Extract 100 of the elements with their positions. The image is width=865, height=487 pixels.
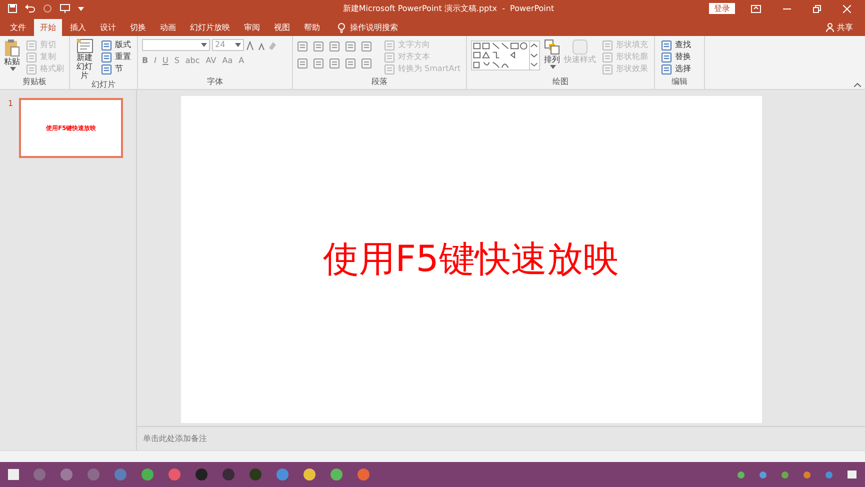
group-label: 绘图: [552, 77, 570, 88]
ribbon-tab[interactable]: 文件: [4, 19, 32, 36]
restore-icon[interactable]: [813, 4, 821, 12]
grow-font-icon[interactable]: [246, 40, 255, 50]
collapse-ribbon-icon[interactable]: [854, 83, 861, 87]
new-slide-button[interactable]: 新建幻灯片: [74, 39, 95, 80]
command-icon: [101, 64, 112, 74]
quick-styles-button[interactable]: 快速样式: [564, 39, 596, 65]
close-icon[interactable]: [843, 4, 851, 12]
format-button[interactable]: B: [142, 55, 148, 67]
ribbon-button[interactable]: 节: [99, 63, 133, 75]
ribbon-tab[interactable]: 帮助: [298, 19, 326, 36]
lightbulb-icon: [338, 22, 345, 32]
group-label: 字体: [206, 77, 224, 88]
save-icon[interactable]: [8, 4, 17, 13]
command-icon: [101, 40, 112, 50]
tray-icon[interactable]: [759, 470, 767, 478]
shapes-gallery[interactable]: [471, 39, 540, 72]
quick-styles-icon: [572, 39, 588, 55]
command-icon: [602, 52, 613, 62]
taskbar-app-icon[interactable]: [141, 468, 154, 481]
ribbon-tab[interactable]: 幻灯片放映: [184, 19, 236, 36]
tray-icon[interactable]: [825, 470, 833, 478]
format-button[interactable]: Aa: [222, 55, 233, 67]
taskbar-app-icon[interactable]: [303, 468, 316, 481]
group-label: 幻灯片: [90, 80, 116, 91]
list-icon: [345, 41, 356, 52]
align-icon: [361, 58, 372, 69]
taskbar-app-icon[interactable]: [60, 468, 73, 481]
clipboard-icon: [4, 39, 20, 57]
format-button[interactable]: abc: [185, 55, 200, 67]
ribbon-button[interactable]: 重置: [99, 51, 133, 63]
caret-icon: [550, 65, 556, 69]
font-size-field[interactable]: 24: [212, 39, 244, 51]
caret-icon: [235, 43, 241, 47]
command-icon: [26, 64, 37, 74]
tray-icon[interactable]: [737, 470, 745, 478]
ribbon-button[interactable]: 版式: [99, 39, 133, 51]
command-icon: [384, 40, 395, 50]
taskbar-app-icon[interactable]: [114, 468, 127, 481]
start-icon[interactable]: [8, 469, 19, 480]
ribbon-tab[interactable]: 开始: [34, 19, 62, 36]
slide-title[interactable]: 使用F5键快速放映: [323, 232, 619, 286]
command-icon: [26, 52, 37, 62]
notes-placeholder: 单击此处添加备注: [143, 432, 207, 444]
align-icon: [313, 58, 324, 69]
undo-icon[interactable]: [25, 4, 35, 13]
shrink-font-icon[interactable]: [257, 40, 266, 50]
slide-number: 1: [8, 98, 14, 110]
arrange-icon: [544, 39, 560, 55]
list-icon: [329, 41, 340, 52]
ribbon-display-icon[interactable]: [751, 4, 761, 12]
caret-icon: [201, 43, 207, 47]
share-button[interactable]: 共享: [826, 19, 865, 36]
customize-icon[interactable]: [78, 6, 84, 10]
ribbon-tab[interactable]: 审阅: [238, 19, 266, 36]
format-button[interactable]: AV: [206, 55, 216, 67]
taskbar-app-icon[interactable]: [168, 468, 181, 481]
taskbar-app-icon[interactable]: [195, 468, 208, 481]
taskbar-app-icon[interactable]: [330, 468, 343, 481]
ribbon-tab[interactable]: 动画: [154, 19, 182, 36]
format-button[interactable]: A: [238, 55, 244, 67]
slideshow-icon[interactable]: [60, 4, 70, 13]
align-icon: [345, 58, 356, 69]
taskbar-app-icon[interactable]: [276, 468, 289, 481]
person-icon: [826, 23, 834, 32]
group-label: 剪贴板: [22, 77, 48, 88]
group-label: 编辑: [670, 77, 688, 88]
login-button[interactable]: 登录: [709, 3, 735, 14]
tell-me-search[interactable]: 操作说明搜索: [350, 22, 398, 34]
ribbon-tab[interactable]: 视图: [268, 19, 296, 36]
paste-button[interactable]: 粘贴: [4, 39, 20, 71]
taskbar-app-icon[interactable]: [357, 468, 370, 481]
notification-icon[interactable]: [847, 470, 857, 479]
taskbar-app-icon[interactable]: [222, 468, 235, 481]
command-icon: [602, 40, 613, 50]
tray-icon[interactable]: [781, 470, 789, 478]
ribbon-tab[interactable]: 切换: [124, 19, 152, 36]
tray-icon[interactable]: [803, 470, 811, 478]
clear-format-icon[interactable]: [268, 40, 277, 50]
group-label: 段落: [370, 77, 388, 88]
minimize-icon[interactable]: [783, 8, 791, 10]
ribbon-button[interactable]: 选择: [659, 63, 693, 75]
slide-layout-icon: [76, 39, 92, 53]
ribbon-button[interactable]: 查找: [659, 39, 693, 51]
ribbon-button[interactable]: 替换: [659, 51, 693, 63]
list-icon: [313, 41, 324, 52]
arrange-button[interactable]: 排列: [544, 39, 560, 69]
command-icon: [101, 52, 112, 62]
list-icon: [297, 41, 308, 52]
command-icon: [384, 64, 395, 74]
ribbon-tab[interactable]: 插入: [64, 19, 92, 36]
format-button[interactable]: I: [154, 55, 156, 67]
slide-canvas[interactable]: 使用F5键快速放映: [180, 96, 762, 423]
command-icon: [661, 40, 672, 50]
font-name-field[interactable]: [142, 39, 210, 51]
align-icon: [297, 58, 308, 69]
format-button[interactable]: S: [174, 55, 180, 67]
format-button[interactable]: U: [162, 55, 168, 67]
ribbon-tab[interactable]: 设计: [94, 19, 122, 36]
